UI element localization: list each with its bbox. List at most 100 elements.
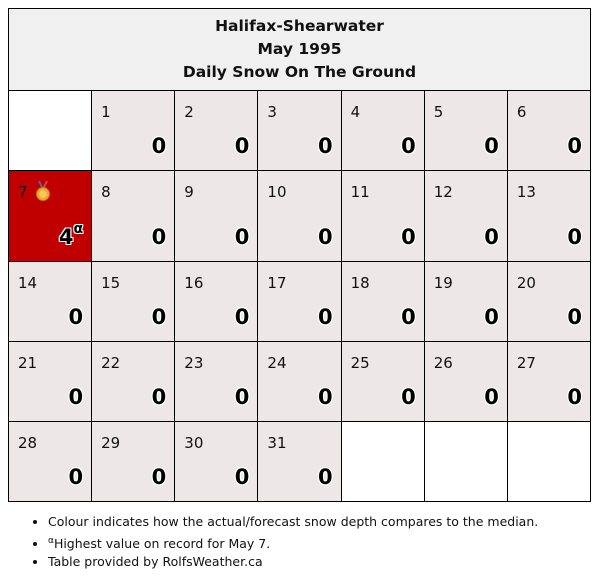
snow-value: 0 — [484, 385, 499, 409]
day-number: 12 — [433, 183, 453, 201]
day-cell: 29 0 — [91, 421, 176, 502]
day-number: 30 — [184, 434, 204, 452]
day-number: 11 — [350, 183, 370, 201]
snow-value: 0 — [401, 305, 416, 329]
day-number: 13 — [516, 183, 536, 201]
day-number: 27 — [516, 354, 536, 372]
day-cell: 11 0 — [340, 170, 425, 262]
record-note-text: Highest value on record for May 7. — [53, 535, 271, 551]
snow-value: 0 — [567, 225, 582, 249]
day-cell: 40 — [340, 90, 425, 171]
empty-cell — [340, 421, 425, 502]
day-number: 26 — [433, 354, 453, 372]
empty-cell — [506, 421, 592, 502]
day-cell: 30 — [257, 90, 342, 171]
day-cell: 60 — [506, 90, 592, 171]
day-number: 1 — [101, 103, 111, 121]
day-number: 3 — [267, 103, 277, 121]
day-cell: 26 0 — [423, 341, 508, 422]
day-cell: 30 0 — [174, 421, 259, 502]
day-cell: 18 0 — [340, 261, 425, 342]
snow-value: 0 — [234, 225, 250, 249]
day-cell: 27 0 — [506, 341, 592, 422]
snow-value: 0 — [234, 385, 250, 409]
day-number: 23 — [184, 354, 204, 372]
snow-value: 0 — [401, 385, 416, 409]
day-cell: 20 0 — [506, 261, 592, 342]
snow-value: 0 — [234, 134, 250, 158]
colour-note: Colour indicates how the actual/forecast… — [48, 513, 538, 532]
snow-value: 0 — [151, 305, 167, 329]
week-row: 14 0 15 0 16 0 17 0 18 0 19 0 20 0 — [7, 261, 592, 342]
day-number: 24 — [267, 354, 287, 372]
snow-value: 0 — [401, 225, 416, 249]
record-note: αHighest value on record for May 7. — [48, 532, 538, 554]
day-number: 31 — [267, 434, 287, 452]
snow-value: 0 — [317, 465, 333, 489]
snow-value: 0 — [401, 134, 416, 158]
snow-value: 0 — [317, 305, 333, 329]
snow-value: 4α — [59, 221, 83, 249]
snow-value: 0 — [484, 305, 499, 329]
day-cell: 16 0 — [174, 261, 259, 342]
day-number: 25 — [350, 354, 370, 372]
snow-value: 0 — [484, 134, 499, 158]
day-cell: 25 0 — [340, 341, 425, 422]
footnotes-list: Colour indicates how the actual/forecast… — [20, 513, 538, 572]
day-cell: 15 0 — [91, 261, 176, 342]
snow-value: 0 — [68, 305, 84, 329]
day-cell: 10 0 — [257, 170, 342, 262]
day-number: 9 — [184, 183, 194, 201]
day-number: 16 — [184, 274, 204, 292]
day-cell: 14 0 — [7, 261, 93, 342]
day-number: 7 — [18, 183, 28, 201]
day-number: 8 — [101, 183, 111, 201]
day-number: 4 — [350, 103, 361, 121]
snow-value: 0 — [234, 465, 250, 489]
day-number: 29 — [101, 434, 121, 452]
snow-value: 0 — [234, 305, 250, 329]
day-number: 6 — [516, 103, 527, 121]
day-number: 28 — [18, 434, 38, 452]
snow-value: 0 — [151, 465, 167, 489]
week-row: 10 20 30 40 50 60 — [7, 90, 592, 171]
snow-value: 0 — [68, 465, 84, 489]
credit-note: Table provided by RolfsWeather.ca — [48, 553, 538, 572]
day-cell: 13 0 — [506, 170, 592, 262]
day-number: 21 — [18, 354, 38, 372]
day-number: 14 — [18, 274, 38, 292]
day-number: 15 — [101, 274, 121, 292]
snow-value: 0 — [151, 225, 167, 249]
day-cell: 12 0 — [423, 170, 508, 262]
day-number: 2 — [184, 103, 194, 121]
empty-cell — [7, 90, 93, 171]
day-cell: 90 — [174, 170, 259, 262]
day-cell: 28 0 — [7, 421, 93, 502]
day-cell-record: 7 4α — [7, 170, 93, 262]
week-row: 7 4α 80 90 10 0 11 0 12 0 13 0 — [7, 170, 592, 262]
period-title: May 1995 — [257, 40, 342, 58]
day-number: 17 — [267, 274, 287, 292]
day-number: 10 — [267, 183, 287, 201]
subject-title: Daily Snow On The Ground — [182, 63, 417, 81]
station-title: Halifax-Shearwater — [215, 17, 384, 35]
day-number: 22 — [101, 354, 121, 372]
snow-value: 0 — [68, 385, 84, 409]
day-cell: 19 0 — [423, 261, 508, 342]
day-cell: 21 0 — [7, 341, 93, 422]
snow-calendar-table: Halifax-Shearwater May 1995 Daily Snow O… — [7, 8, 592, 502]
day-cell: 20 — [174, 90, 259, 171]
calendar-header: Halifax-Shearwater May 1995 Daily Snow O… — [8, 8, 591, 91]
day-cell: 24 0 — [257, 341, 342, 422]
snow-value: 0 — [317, 134, 333, 158]
day-cell: 80 — [91, 170, 176, 262]
week-row: 21 0 22 0 23 0 24 0 25 0 26 0 27 0 — [7, 341, 592, 422]
snow-value: 0 — [151, 134, 167, 158]
snow-value: 0 — [567, 385, 582, 409]
snow-value: 0 — [484, 225, 499, 249]
day-number: 20 — [516, 274, 536, 292]
empty-cell — [423, 421, 508, 502]
snow-value: 0 — [567, 305, 582, 329]
day-cell: 31 0 — [257, 421, 342, 502]
day-cell: 50 — [423, 90, 508, 171]
